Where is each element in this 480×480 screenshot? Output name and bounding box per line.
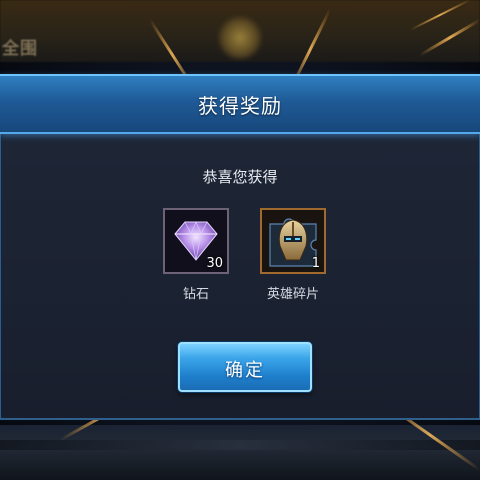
reward-dialog: 获得奖励 恭喜您获得 30 1 钻石 英雄碎片 确定 [0, 74, 480, 420]
reward-item-diamond[interactable]: 30 [163, 208, 229, 274]
background-bottom-strip [0, 440, 480, 450]
background-bottom-bar [0, 425, 480, 480]
background-top-text: 全围 [2, 39, 38, 59]
reward-item-hero-shard[interactable]: 1 [260, 208, 326, 274]
game-screen: 全围 获得奖励 恭喜您获得 30 1 钻石 英雄碎片 确定 [0, 0, 480, 480]
congrats-text: 恭喜您获得 [202, 168, 278, 186]
reward-count: 30 [206, 256, 223, 271]
confirm-button-label: 确定 [225, 360, 265, 381]
reward-name-diamond: 钻石 [182, 287, 209, 302]
reward-name-hero-shard: 英雄碎片 [266, 287, 319, 302]
reward-count: 1 [311, 256, 320, 271]
background-emblem [218, 16, 262, 60]
confirm-button[interactable]: 确定 [178, 342, 312, 392]
dialog-title: 获得奖励 [198, 94, 282, 118]
dialog-header: 获得奖励 [0, 74, 480, 134]
